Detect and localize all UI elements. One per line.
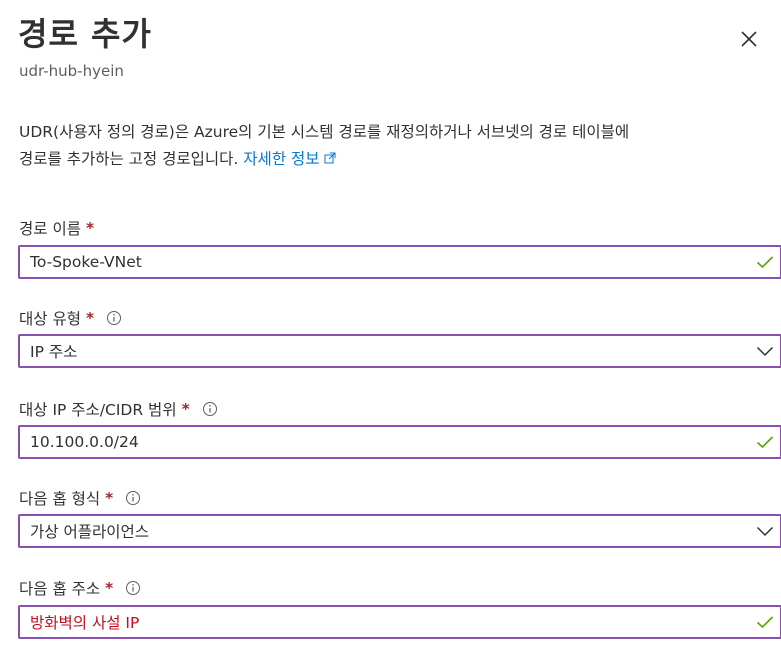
description: UDR(사용자 정의 경로)은 Azure의 기본 시스템 경로를 재정의하거나…	[19, 119, 779, 173]
required-marker: *	[85, 309, 95, 327]
destination-cidr-label: 대상 IP 주소/CIDR 범위 *	[19, 398, 218, 420]
destination-cidr-input[interactable]: 10.100.0.0/24	[18, 425, 781, 459]
description-line-1: UDR(사용자 정의 경로)은 Azure의 기본 시스템 경로를 재정의하거나…	[19, 123, 630, 141]
check-icon	[750, 247, 780, 277]
next-hop-address-value[interactable]: 방화벽의 사설 IP	[30, 611, 750, 633]
info-icon[interactable]	[125, 490, 141, 506]
destination-cidr-label-text: 대상 IP 주소/CIDR 범위	[19, 401, 177, 419]
required-marker: *	[181, 400, 190, 418]
description-line-2-text: 경로를 추가하는 고정 경로입니다.	[19, 150, 239, 168]
destination-type-value[interactable]: IP 주소	[30, 340, 750, 362]
next-hop-address-input[interactable]: 방화벽의 사설 IP	[18, 605, 781, 639]
chevron-down-icon[interactable]	[750, 336, 780, 366]
close-icon[interactable]	[736, 26, 762, 52]
next-hop-type-value[interactable]: 가상 어플라이언스	[30, 520, 750, 542]
panel-subtitle: udr-hub-hyein	[19, 62, 124, 80]
required-marker: *	[85, 219, 95, 237]
external-link-icon	[324, 146, 336, 173]
required-marker: *	[105, 489, 114, 507]
chevron-down-icon[interactable]	[750, 516, 780, 546]
route-name-label-text: 경로 이름	[19, 220, 81, 238]
destination-type-label-text: 대상 유형	[19, 310, 81, 328]
info-icon[interactable]	[125, 580, 141, 596]
learn-more-label[interactable]: 자세한 정보	[243, 150, 319, 168]
check-icon	[750, 427, 780, 457]
next-hop-type-select[interactable]: 가상 어플라이언스	[18, 514, 781, 548]
required-marker: *	[105, 579, 114, 597]
panel-title: 경로 추가	[18, 15, 152, 53]
check-icon	[750, 607, 780, 637]
info-icon[interactable]	[106, 310, 122, 326]
next-hop-address-label: 다음 홉 주소 *	[19, 577, 141, 599]
next-hop-address-label-text: 다음 홉 주소	[19, 580, 101, 598]
next-hop-type-label: 다음 홉 형식 *	[19, 487, 141, 509]
info-icon[interactable]	[202, 401, 218, 417]
description-line-2: 경로를 추가하는 고정 경로입니다. 자세한 정보	[19, 146, 779, 173]
learn-more-link[interactable]: 자세한 정보	[243, 150, 336, 168]
route-name-value[interactable]: To-Spoke-VNet	[30, 253, 750, 271]
destination-type-select[interactable]: IP 주소	[18, 334, 781, 368]
destination-type-label: 대상 유형 *	[19, 307, 122, 329]
next-hop-type-label-text: 다음 홉 형식	[19, 490, 101, 508]
route-name-input[interactable]: To-Spoke-VNet	[18, 245, 781, 279]
route-name-label: 경로 이름 *	[19, 217, 94, 239]
destination-cidr-value[interactable]: 10.100.0.0/24	[30, 433, 750, 451]
